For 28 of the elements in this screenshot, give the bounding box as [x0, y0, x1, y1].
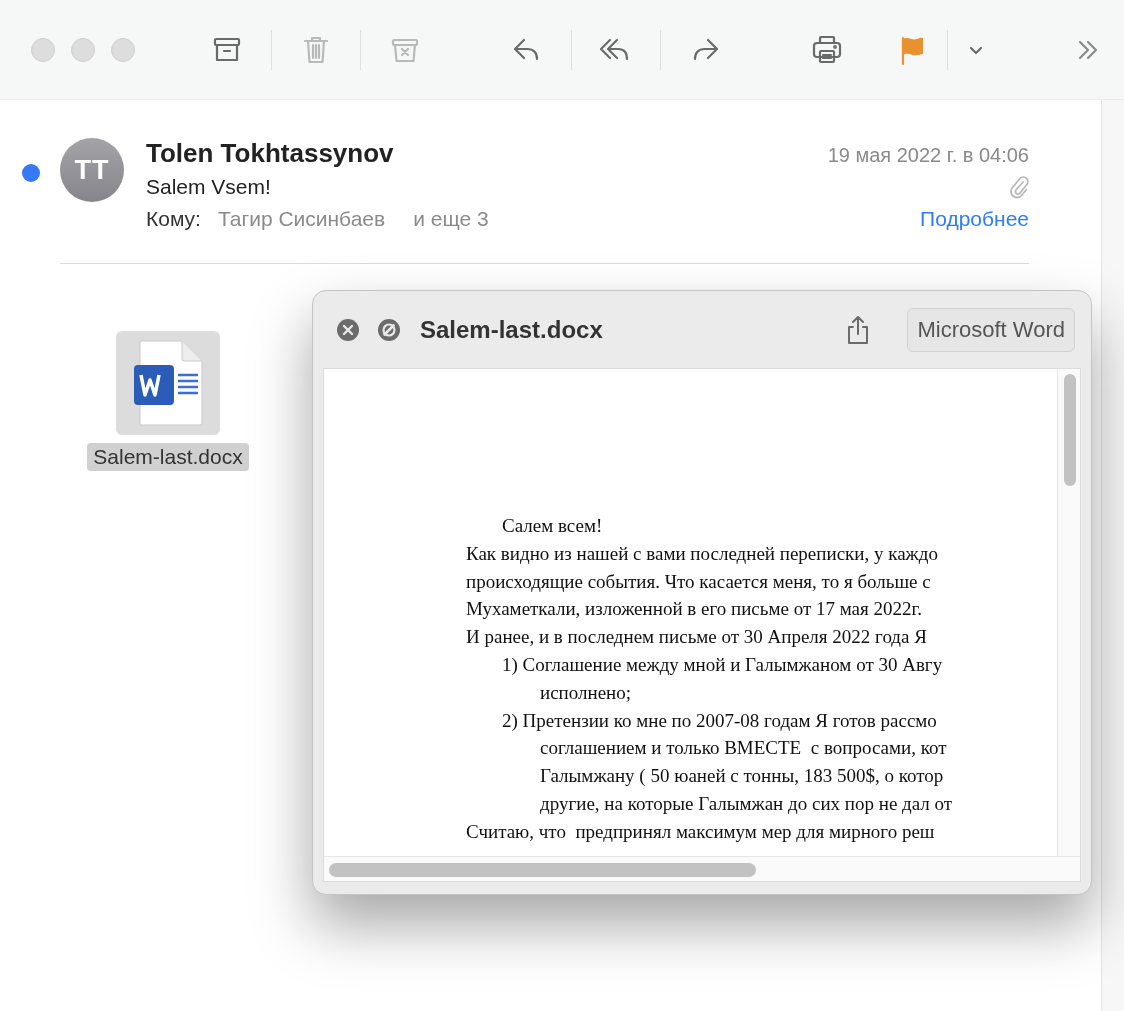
avatar: TT	[60, 138, 124, 202]
document-line: исполнено;	[539, 680, 633, 705]
document-line: 1) Соглашение между мной и Галымжаном от 30 Авгу	[501, 653, 944, 677]
sender-name: Tolen Tokhtassynov	[146, 138, 394, 169]
attachment-name[interactable]: Salem-last.docx	[87, 443, 249, 471]
document-line: Салем всем!	[501, 514, 604, 538]
document-line: 2) Претензии ко мне по 2007-08 годам Я готов рассмо	[501, 708, 938, 733]
close-icon[interactable]	[336, 317, 360, 342]
no-entry-icon[interactable]	[377, 317, 401, 342]
vertical-scrollbar[interactable]	[1064, 374, 1076, 486]
more-recipients: и еще 3	[413, 207, 489, 231]
document-line: Мухаметкали, изложенной в его письме от 17 мая 2022г.	[466, 597, 923, 622]
horizontal-scrollbar[interactable]	[329, 863, 756, 877]
quick-look-title: Salem-last.docx	[420, 315, 603, 344]
document-line: соглашением и только ВМЕСТЕ с вопросами, кот	[539, 736, 948, 761]
document-line: Галымжану ( 50 юаней с тонны, 183 500$, о котор	[539, 764, 945, 789]
word-document-icon[interactable]	[116, 331, 220, 435]
recipient: Тагир Сисинбаев	[217, 207, 386, 231]
document-line: Считаю, что предпринял максимум мер для мирного реш	[466, 819, 936, 844]
document-line: другие, на которые Галымжан до сих пор не дал от	[539, 791, 954, 816]
document-line: Как видно из нашей с вами последней переписки, у каждо	[466, 541, 939, 566]
message-subject: Salem Vsem!	[146, 175, 271, 199]
details-link[interactable]: Подробнее	[920, 207, 1029, 231]
message-date: 19 мая 2022 г. в 04:06	[827, 144, 1029, 167]
open-with-button[interactable]: Microsoft Word	[907, 307, 1075, 352]
document-line: И ранее, и в последнем письме от 30 Апреля 2022 года Я	[466, 625, 928, 650]
to-label: Кому:	[146, 207, 201, 231]
document-line: происходящие события. Что касается меня, то я больше с	[466, 569, 932, 594]
